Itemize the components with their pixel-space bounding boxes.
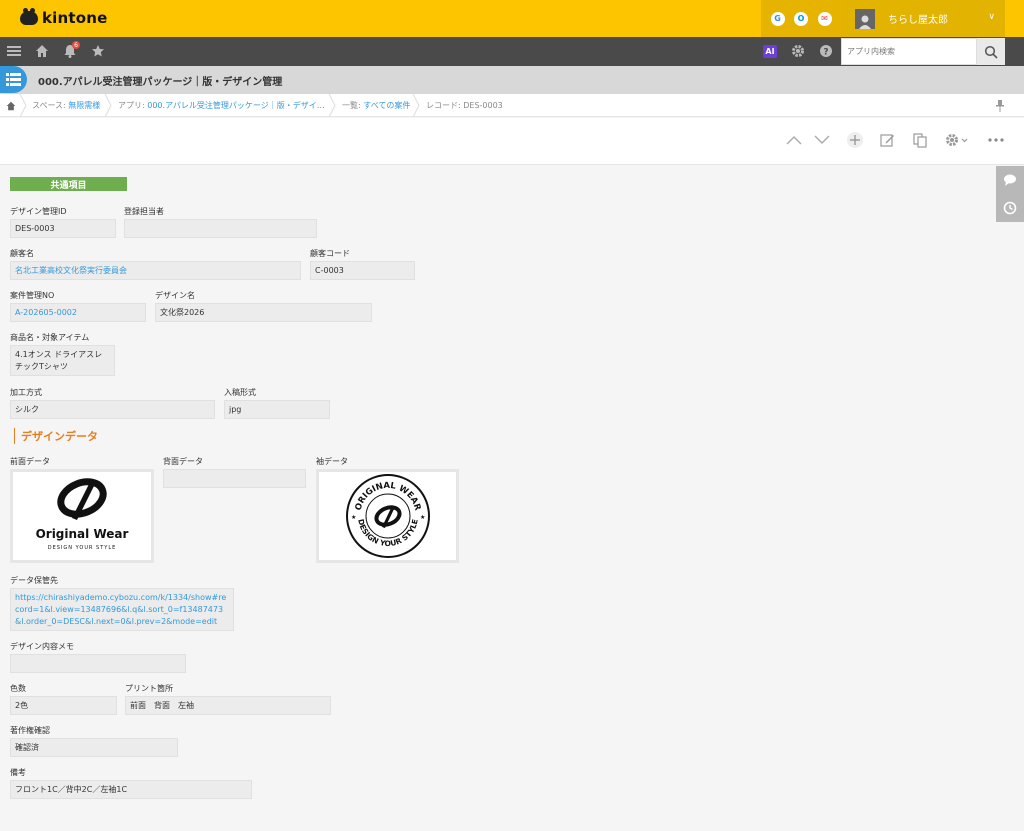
field-label: 入稿形式 bbox=[224, 388, 256, 397]
colors-value: 2色 bbox=[10, 696, 117, 715]
more-dots-icon bbox=[988, 138, 1004, 142]
field-label: 案件管理NO bbox=[10, 291, 55, 300]
field-label: 色数 bbox=[10, 684, 26, 693]
breadcrumb-separator-icon bbox=[328, 94, 336, 117]
google-icon[interactable]: G bbox=[770, 11, 785, 26]
record-toolbar bbox=[0, 118, 1024, 165]
breadcrumb-separator-icon bbox=[19, 94, 27, 117]
favorites-star-icon[interactable] bbox=[90, 43, 106, 59]
outlook-icon[interactable]: O bbox=[794, 11, 808, 26]
chevron-down-icon bbox=[814, 135, 830, 144]
history-icon[interactable] bbox=[1002, 200, 1018, 216]
more-options-button[interactable] bbox=[987, 131, 1005, 149]
search-icon bbox=[984, 45, 998, 59]
field-label: 登録担当者 bbox=[124, 207, 164, 216]
field-label: デザイン管理ID bbox=[10, 207, 67, 216]
app-list-icon[interactable] bbox=[0, 66, 27, 93]
field-label: 著作権確認 bbox=[10, 726, 50, 735]
svg-text:★: ★ bbox=[351, 514, 356, 521]
process-value: シルク bbox=[10, 400, 215, 419]
app-title: 000.アパレル受注管理パッケージ｜版・デザイン管理 bbox=[38, 77, 283, 88]
field-label: 備考 bbox=[10, 768, 26, 777]
field-label: 加工方式 bbox=[10, 388, 42, 397]
field-label: 顧客コード bbox=[310, 249, 350, 258]
breadcrumb-view[interactable]: 一覧: すべての案件 bbox=[342, 100, 410, 111]
original-wear-seal-image: ORIGINAL WEAR DESIGN YOUR STYLE ★ ★ bbox=[345, 474, 430, 558]
customer-code-value: C-0003 bbox=[310, 261, 415, 280]
field-label: デザイン内容メモ bbox=[10, 642, 74, 651]
avatar bbox=[855, 8, 875, 29]
logo-text: kintone bbox=[42, 9, 108, 27]
chevron-down-icon: ∨ bbox=[988, 12, 995, 22]
notification-badge: 6 bbox=[72, 41, 80, 49]
svg-text:Original Wear: Original Wear bbox=[36, 527, 129, 541]
next-record-button[interactable] bbox=[813, 131, 831, 149]
comment-icon[interactable] bbox=[1002, 172, 1018, 188]
user-name: ちらし屋太郎 bbox=[888, 15, 948, 26]
design-name-value: 文化祭2026 bbox=[155, 303, 372, 322]
breadcrumb-record: レコード: DES-0003 bbox=[426, 101, 503, 110]
header-quick-icons: G O ✉ bbox=[761, 0, 841, 37]
product-value: 4.1オンス ドライアスレチックTシャツ bbox=[10, 345, 115, 376]
search-button[interactable] bbox=[977, 38, 1005, 65]
gear-icon[interactable] bbox=[790, 43, 806, 59]
edit-record-button[interactable] bbox=[878, 131, 896, 149]
copyright-value: 確認済 bbox=[10, 738, 178, 757]
group-label-common[interactable]: 共通項目 bbox=[10, 177, 127, 191]
section-title-design-data: デザインデータ bbox=[14, 428, 98, 444]
breadcrumb-separator-icon bbox=[104, 94, 112, 117]
sleeve-design-image[interactable]: ORIGINAL WEAR DESIGN YOUR STYLE ★ ★ bbox=[316, 469, 459, 563]
add-record-button[interactable] bbox=[846, 131, 864, 149]
edit-icon bbox=[879, 133, 894, 147]
breadcrumb-app[interactable]: アプリ: 000.アパレル受注管理パッケージ｜版・デザイ… bbox=[118, 100, 325, 111]
format-value: jpg bbox=[224, 400, 330, 419]
field-label: 顧客名 bbox=[10, 249, 34, 258]
original-wear-logo-image: Original Wear DESIGN YOUR STYLE bbox=[36, 478, 129, 551]
user-menu[interactable]: ちらし屋太郎 ∨ bbox=[841, 0, 1005, 37]
kintone-logo[interactable]: kintone bbox=[20, 8, 108, 27]
help-icon[interactable]: ? bbox=[818, 43, 834, 59]
field-label: 商品名・対象アイテム bbox=[10, 333, 90, 342]
app-search-input[interactable]: アプリ内検索 bbox=[841, 38, 977, 65]
svg-text:DESIGN YOUR STYLE: DESIGN YOUR STYLE bbox=[48, 545, 117, 551]
notes-value: フロント1C／背中2C／左袖1C bbox=[10, 780, 252, 799]
logo-mark-icon bbox=[20, 8, 38, 25]
front-design-image[interactable]: Original Wear DESIGN YOUR STYLE bbox=[10, 469, 154, 563]
breadcrumb-home-icon[interactable] bbox=[3, 98, 19, 114]
breadcrumb-separator-icon bbox=[412, 94, 420, 117]
field-label: 袖データ bbox=[316, 457, 348, 466]
plus-icon bbox=[847, 132, 863, 148]
field-label: 背面データ bbox=[163, 457, 203, 466]
breadcrumb-space[interactable]: スペース: 無限需様 bbox=[32, 100, 100, 111]
design-memo-value bbox=[10, 654, 186, 673]
field-label: デザイン名 bbox=[155, 291, 195, 300]
home-icon[interactable] bbox=[34, 43, 50, 59]
field-label: データ保管先 bbox=[10, 576, 58, 585]
back-design-empty[interactable] bbox=[163, 469, 306, 488]
svg-text:★: ★ bbox=[420, 514, 425, 521]
ai-assistant-icon[interactable]: AI bbox=[763, 45, 777, 58]
field-label: プリント箇所 bbox=[125, 684, 173, 693]
copy-icon bbox=[913, 132, 927, 148]
pin-icon[interactable] bbox=[992, 98, 1008, 114]
gear-icon bbox=[946, 134, 968, 146]
registrant-value bbox=[124, 219, 317, 238]
svg-text:?: ? bbox=[823, 48, 828, 58]
data-location-link[interactable]: https://chirashiyademo.cybozu.com/k/1334… bbox=[10, 588, 234, 631]
menu-icon[interactable] bbox=[6, 43, 22, 59]
record-settings-button[interactable] bbox=[944, 131, 970, 149]
case-no-link[interactable]: A-202605-0002 bbox=[10, 303, 146, 322]
print-location-value: 前面 背面 左袖 bbox=[125, 696, 331, 715]
duplicate-record-button[interactable] bbox=[911, 131, 929, 149]
field-label: 前面データ bbox=[10, 457, 50, 466]
chevron-up-icon bbox=[786, 136, 802, 145]
design-id-value: DES-0003 bbox=[10, 219, 116, 238]
mail-icon[interactable]: ✉ bbox=[817, 11, 832, 26]
customer-name-link[interactable]: 名北工業高校文化祭実行委員会 bbox=[10, 261, 301, 280]
previous-record-button[interactable] bbox=[785, 131, 803, 149]
